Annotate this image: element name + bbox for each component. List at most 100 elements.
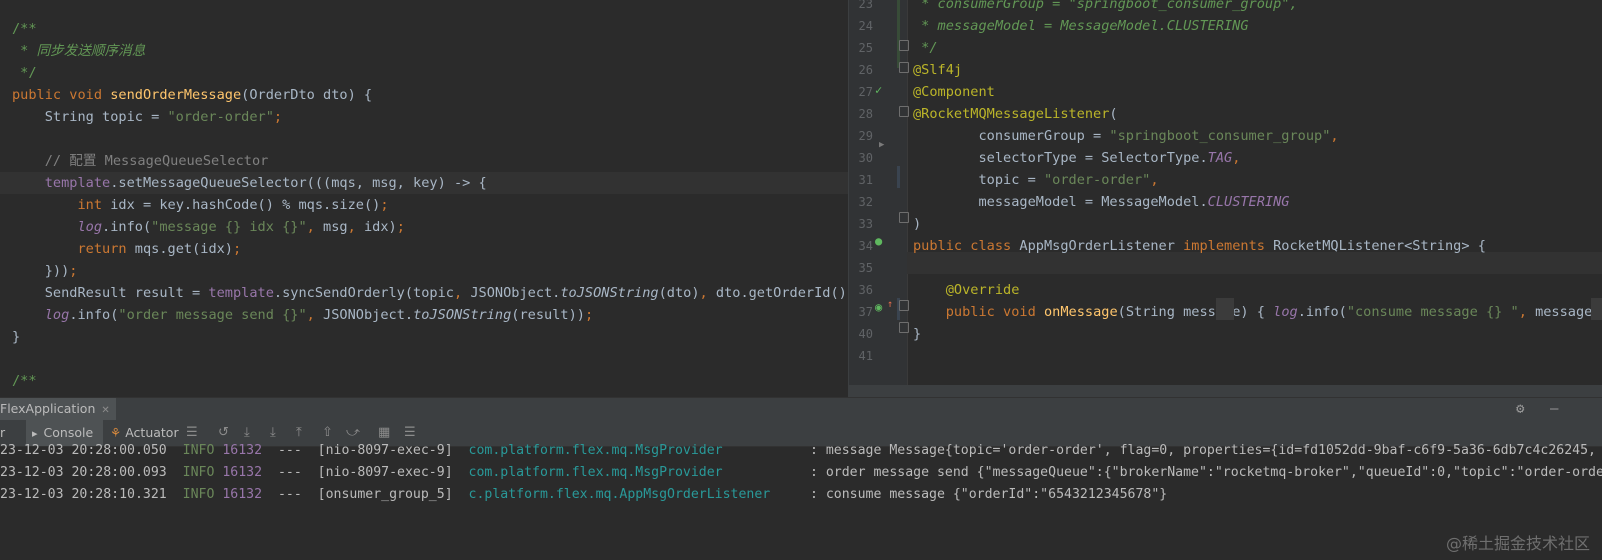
code-token: /**: [12, 21, 37, 37]
code-token: ,: [1232, 150, 1241, 166]
log-message: : consume message {"orderId":"6543212345…: [802, 487, 1168, 502]
code-token: ,: [306, 219, 324, 235]
left-code-editor[interactable]: /** * 同步发送顺序消息 */ public void sendOrderMe…: [0, 0, 848, 395]
code-token: (result)): [511, 307, 585, 323]
line-number: 41: [858, 349, 873, 363]
code-token: ,: [453, 285, 471, 301]
code-line: }: [12, 326, 20, 348]
fold-marker-icon[interactable]: [899, 40, 909, 51]
code-token: @RocketMQMessageListener: [913, 106, 1110, 122]
editor-horizontal-scrollbar[interactable]: [848, 385, 1602, 397]
code-line: * 同步发送顺序消息: [12, 40, 145, 62]
code-token: messageModel = MessageModel.: [913, 194, 1208, 210]
code-token: * 同步发送顺序消息: [12, 43, 146, 59]
log-separator: ---: [277, 487, 302, 502]
code-token: "order message send {}": [118, 307, 307, 323]
log-pid: 16132: [222, 443, 263, 458]
fold-marker-icon[interactable]: [899, 62, 909, 73]
log-thread: [onsumer_group_5]: [317, 487, 453, 502]
code-token: String topic =: [12, 109, 168, 125]
fold-marker-icon[interactable]: [899, 212, 909, 223]
fold-marker-icon[interactable]: [899, 106, 909, 117]
log-message: : message Message{topic='order-order', f…: [802, 443, 1602, 458]
code-line: @RocketMQMessageListener(: [913, 103, 1118, 125]
code-line: log.info("order message send {}", JSONOb…: [12, 304, 593, 326]
line-number: 27: [858, 85, 873, 99]
minimize-icon[interactable]: —: [1550, 398, 1558, 420]
code-token: SendResult result =: [12, 285, 209, 301]
fold-arrow-icon[interactable]: ▶: [879, 134, 884, 156]
line-number: 29: [858, 129, 873, 143]
code-line: public void onMessage(String message) { …: [913, 301, 1602, 323]
watermark: @稀土掘金技术社区: [1445, 534, 1590, 553]
log-thread: [nio-8097-exec-9]: [317, 443, 453, 458]
code-token: implements: [1183, 238, 1274, 254]
code-token: // 配置 MessageQueueSelector: [12, 153, 269, 169]
code-token: /**: [12, 373, 37, 389]
log-level: INFO: [182, 487, 215, 502]
code-token: }: [913, 326, 922, 342]
code-line: public class AppMsgOrderListener impleme…: [913, 235, 1486, 257]
code-line: */: [913, 37, 937, 59]
code-line: * consumerGroup = "springboot_consumer_g…: [913, 0, 1297, 15]
log-separator: ---: [277, 465, 302, 480]
log-line: 23-12-03 20:28:00.050 INFO 16132 --- [ni…: [0, 440, 1602, 462]
code-token: msg: [323, 219, 348, 235]
code-token: JSONObject.: [323, 307, 414, 323]
line-number: 25: [858, 41, 873, 55]
fold-marker-icon[interactable]: [899, 300, 909, 311]
code-token: "order-order": [167, 109, 274, 125]
fold-marker-icon[interactable]: [899, 322, 909, 333]
bean-icon[interactable]: ●: [875, 230, 882, 252]
log-line: 23-12-03 20:28:00.093 INFO 16132 --- [ni…: [0, 462, 1602, 484]
code-token: AppMsgOrderListener: [1019, 238, 1184, 254]
code-token: .info(: [69, 307, 119, 323]
code-token: */: [12, 65, 37, 81]
code-token: log: [77, 219, 103, 235]
log-level: INFO: [182, 443, 215, 458]
editor-gutter: 23 24 25 26 27 28 29 30 31 32 33 34 35 36 37 40 41 ✓ ● ◉…: [849, 0, 909, 385]
code-token: CLUSTERING: [1207, 194, 1290, 210]
code-token: mqs.get(idx): [134, 241, 233, 257]
code-token: (: [1109, 106, 1118, 122]
code-token: consumerGroup =: [913, 128, 1110, 144]
code-token: ,: [699, 285, 716, 301]
console-tab-label: Console: [43, 425, 94, 440]
bean-icon[interactable]: ✓: [875, 79, 882, 101]
log-logger: com.platform.flex.mq.MsgProvider: [468, 465, 802, 480]
run-config-tab[interactable]: FlexApplication ✕: [0, 398, 116, 420]
folded-region-marker[interactable]: [1591, 298, 1602, 320]
code-token: ): [913, 216, 922, 232]
line-number: 24: [858, 19, 873, 33]
code-token: ;: [233, 241, 242, 257]
code-line: SendResult result = template.syncSendOrd…: [12, 282, 848, 304]
console-output[interactable]: 23-12-03 20:28:00.050 INFO 16132 --- [ni…: [0, 440, 1602, 560]
code-token: (String message) {: [1117, 304, 1274, 320]
run-tab-bar: FlexApplication ✕ ⚙ —: [0, 398, 1602, 421]
log-timestamp: 23-12-03 20:28:00.050: [0, 443, 167, 458]
code-line: selectorType = SelectorType.TAG,: [913, 147, 1240, 169]
code-token: "order-order": [1043, 172, 1151, 188]
code-token: sendOrderMessage: [110, 87, 242, 103]
override-icon[interactable]: ◉: [875, 296, 882, 318]
line-number: 34: [858, 239, 873, 253]
code-line: /**: [12, 18, 37, 40]
code-token: toJSONString: [560, 285, 659, 301]
gear-icon[interactable]: ⚙: [1516, 398, 1524, 420]
code-line: log.info("message {} idx {}", msg, idx);: [12, 216, 404, 238]
implement-arrow-icon[interactable]: ↑: [887, 294, 893, 316]
code-line: int idx = key.hashCode() % mqs.size();: [12, 194, 388, 216]
close-icon[interactable]: ✕: [101, 405, 109, 416]
code-token: ,: [306, 307, 324, 323]
code-token: selectorType = SelectorType.: [913, 150, 1208, 166]
code-token: log: [44, 307, 70, 323]
vcs-change-marker: [897, 166, 900, 188]
code-token: ,: [347, 219, 364, 235]
folded-region-marker[interactable]: [1216, 298, 1234, 320]
code-line: topic = "order-order",: [913, 169, 1158, 191]
right-code-editor[interactable]: 23 24 25 26 27 28 29 30 31 32 33 34 35 36 37 40 41 ✓ ● ◉…: [848, 0, 1602, 385]
code-token: topic =: [913, 172, 1044, 188]
